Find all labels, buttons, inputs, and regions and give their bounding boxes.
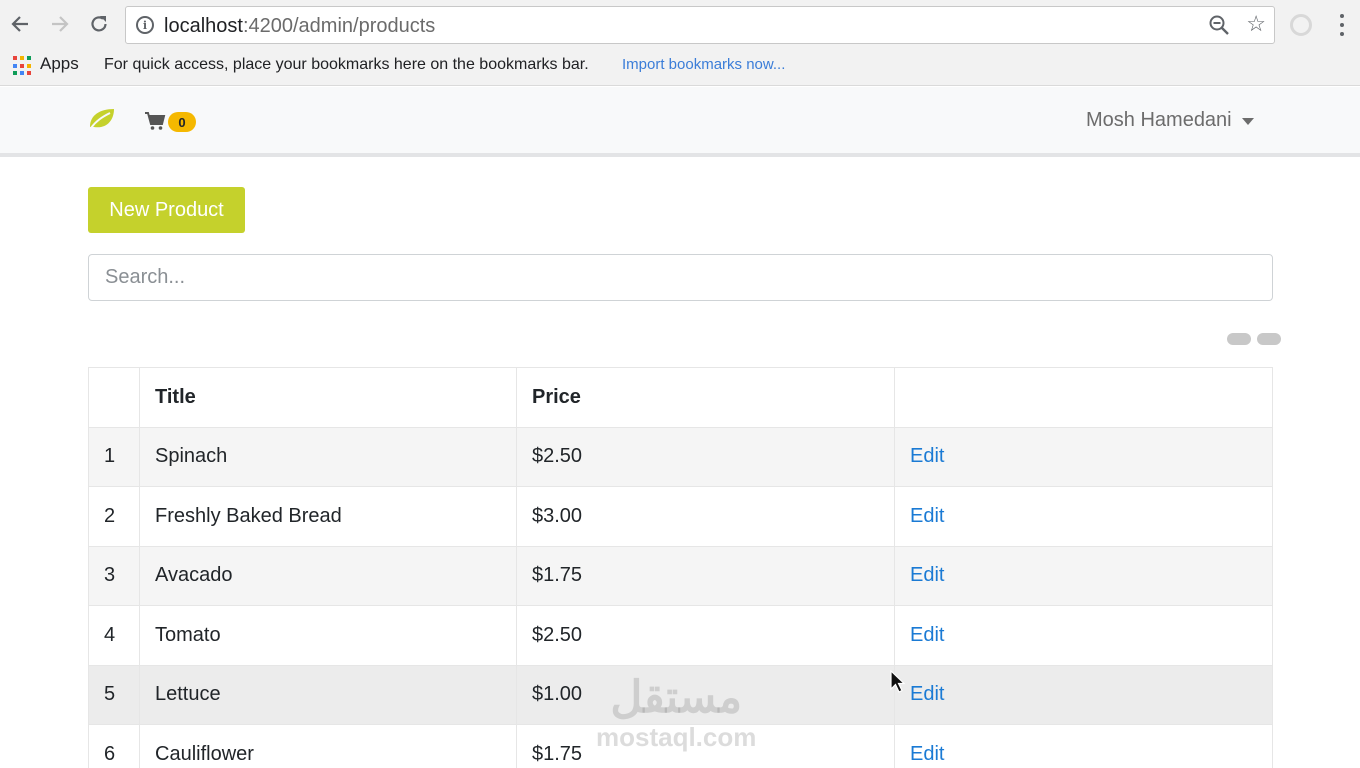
mouse-cursor-icon: [890, 669, 906, 699]
table-row: 6 Cauliflower $1.75 Edit: [88, 724, 1273, 768]
row-title: Tomato: [139, 605, 517, 666]
row-action-cell: Edit: [894, 426, 1273, 487]
row-action-cell: Edit: [894, 664, 1273, 725]
row-index: 6: [88, 724, 140, 768]
extension-icon[interactable]: [1290, 14, 1312, 36]
row-index: 2: [88, 486, 140, 547]
products-table: Title Price 1 Spinach $2.50 Edit 2 Fresh…: [88, 367, 1273, 768]
header-price[interactable]: Price: [516, 367, 895, 428]
browser-toolbar: i localhost:4200/admin/products ☆: [0, 0, 1360, 50]
row-index: 3: [88, 545, 140, 606]
leaf-logo-icon[interactable]: [88, 107, 116, 136]
pagination-prev-button[interactable]: [1227, 333, 1251, 345]
caret-down-icon: [1241, 118, 1254, 125]
row-action-cell: Edit: [894, 545, 1273, 606]
header-actions: [894, 367, 1273, 428]
row-action-cell: Edit: [894, 486, 1273, 547]
row-price: $3.00: [516, 486, 895, 547]
row-price: $2.50: [516, 426, 895, 487]
zoom-icon[interactable]: [1208, 14, 1230, 41]
row-title: Lettuce: [139, 664, 517, 725]
bookmarks-bar: Apps For quick access, place your bookma…: [0, 50, 1360, 80]
browser-menu-icon[interactable]: [1332, 14, 1352, 36]
row-index: 1: [88, 426, 140, 487]
apps-label[interactable]: Apps: [40, 54, 79, 74]
row-title: Cauliflower: [139, 724, 517, 768]
browser-chrome: i localhost:4200/admin/products ☆ Apps F…: [0, 0, 1360, 86]
user-dropdown[interactable]: Mosh Hamedani: [1086, 109, 1254, 132]
edit-link[interactable]: Edit: [910, 743, 944, 765]
shopping-cart-icon[interactable]: [144, 111, 166, 136]
search-input[interactable]: [88, 254, 1273, 301]
pagination-next-button[interactable]: [1257, 333, 1281, 345]
row-action-cell: Edit: [894, 605, 1273, 666]
forward-button[interactable]: [46, 10, 74, 38]
import-bookmarks-link[interactable]: Import bookmarks now...: [622, 56, 785, 73]
row-action-cell: Edit: [894, 724, 1273, 768]
header-index[interactable]: [88, 367, 140, 428]
edit-link[interactable]: Edit: [910, 505, 944, 527]
bookmarks-hint: For quick access, place your bookmarks h…: [104, 56, 589, 73]
header-title[interactable]: Title: [139, 367, 517, 428]
bookmark-star-icon[interactable]: ☆: [1246, 11, 1266, 37]
apps-grid-icon[interactable]: [13, 56, 33, 76]
user-name: Mosh Hamedani: [1086, 109, 1232, 131]
row-price: $2.50: [516, 605, 895, 666]
row-index: 4: [88, 605, 140, 666]
edit-link[interactable]: Edit: [910, 445, 944, 467]
reload-button[interactable]: [85, 10, 113, 38]
row-title: Freshly Baked Bread: [139, 486, 517, 547]
row-title: Avacado: [139, 545, 517, 606]
table-row: 3 Avacado $1.75 Edit: [88, 545, 1273, 606]
url-path: :4200/admin/products: [242, 15, 436, 37]
table-pagination: [1221, 333, 1281, 345]
table-header-row: Title Price: [88, 367, 1273, 428]
reload-icon: [91, 16, 107, 32]
forward-arrow-icon: [52, 16, 69, 32]
url-text[interactable]: localhost:4200/admin/products: [164, 15, 435, 38]
row-price: $1.75: [516, 545, 895, 606]
row-price: $1.75: [516, 724, 895, 768]
site-info-icon[interactable]: i: [136, 16, 154, 34]
edit-link[interactable]: Edit: [910, 683, 944, 705]
url-host: localhost: [164, 15, 243, 37]
row-index: 5: [88, 664, 140, 725]
table-row: 2 Freshly Baked Bread $3.00 Edit: [88, 486, 1273, 547]
table-row: 4 Tomato $2.50 Edit: [88, 605, 1273, 666]
new-product-button[interactable]: New Product: [88, 187, 245, 233]
back-arrow-icon: [11, 16, 28, 32]
edit-link[interactable]: Edit: [910, 564, 944, 586]
table-row: 5 Lettuce $1.00 Edit: [88, 664, 1273, 725]
row-price: $1.00: [516, 664, 895, 725]
back-button[interactable]: [6, 10, 34, 38]
row-title: Spinach: [139, 426, 517, 487]
cart-count-badge: 0: [168, 112, 196, 132]
address-bar[interactable]: i localhost:4200/admin/products ☆: [125, 6, 1275, 44]
table-row: 1 Spinach $2.50 Edit: [88, 426, 1273, 487]
edit-link[interactable]: Edit: [910, 624, 944, 646]
app-navbar: 0 Mosh Hamedani: [0, 87, 1360, 157]
